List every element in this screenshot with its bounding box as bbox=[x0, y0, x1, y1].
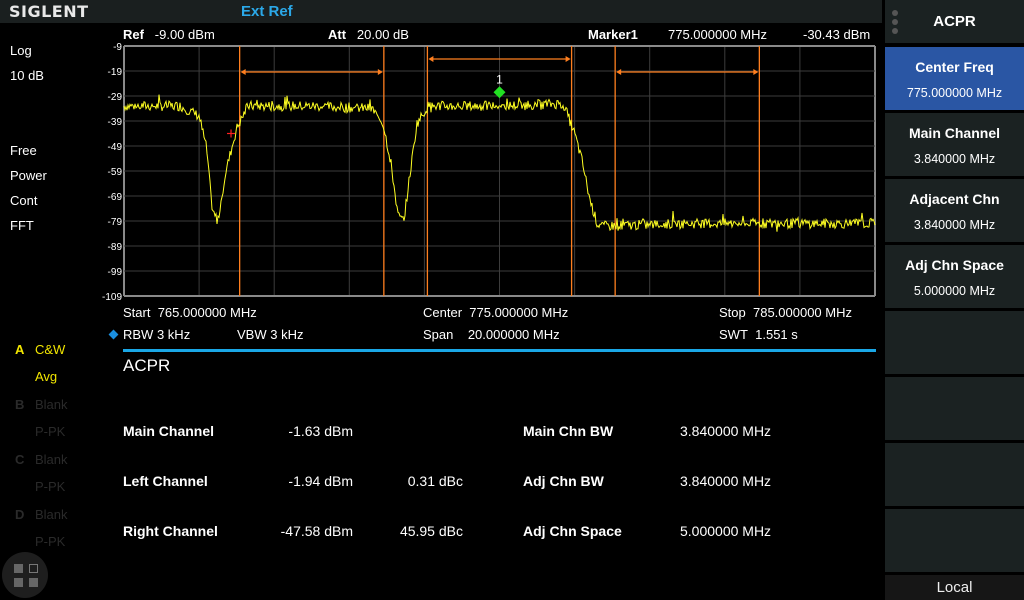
scale-type: Log bbox=[10, 43, 32, 58]
softkey-value: 775.000000 MHz bbox=[906, 86, 1003, 100]
arrow-right-icon bbox=[565, 56, 571, 62]
softkey-empty bbox=[885, 377, 1024, 440]
brand-logo: SIGLENT bbox=[9, 2, 89, 21]
y-tick-label: -69 bbox=[108, 192, 123, 203]
results-divider bbox=[123, 349, 876, 352]
arrow-left-icon bbox=[616, 69, 622, 75]
softkey-panel: ACPR Center Freq 775.000000 MHz Main Chann… bbox=[882, 0, 1024, 600]
apps-grid-icon-cell bbox=[29, 578, 38, 587]
result-label: Left Channel bbox=[123, 473, 208, 489]
softkey-center-freq[interactable]: Center Freq 775.000000 MHz bbox=[885, 47, 1024, 110]
apps-grid-icon-cell bbox=[14, 578, 23, 587]
vbw-readout[interactable]: VBW 3 kHz bbox=[237, 327, 303, 342]
arrow-left-icon bbox=[428, 56, 434, 62]
trace-mode[interactable]: Blank bbox=[35, 452, 68, 467]
y-tick-label: -9 bbox=[113, 42, 122, 53]
apps-grid-icon-outline bbox=[29, 564, 38, 573]
softkey-value: 3.840000 MHz bbox=[913, 152, 996, 166]
softkey-empty bbox=[885, 509, 1024, 572]
trace-mode[interactable]: Blank bbox=[35, 397, 68, 412]
arrow-right-icon bbox=[377, 69, 383, 75]
softkey-empty bbox=[885, 443, 1024, 506]
param-label: Main Chn BW bbox=[523, 423, 614, 439]
softkey-label: Center Freq bbox=[915, 59, 994, 75]
scale-per-div: 10 dB bbox=[10, 68, 44, 83]
trace-letter[interactable]: C bbox=[15, 452, 24, 467]
center-frequency[interactable]: Center 775.000000 MHz bbox=[423, 305, 568, 320]
param-label: Adj Chn BW bbox=[523, 473, 604, 489]
trace-detector[interactable]: Avg bbox=[35, 369, 57, 384]
menu-title[interactable]: ACPR bbox=[885, 0, 1024, 43]
trigger-mode: Free bbox=[10, 143, 37, 158]
softkey-empty bbox=[885, 311, 1024, 374]
top-bar: SIGLENT Ext Ref bbox=[0, 0, 882, 23]
trace-detector[interactable]: P-PK bbox=[35, 424, 65, 439]
result-relative: 0.31 dBc bbox=[407, 473, 463, 489]
softkey-label: Adj Chn Space bbox=[905, 257, 1004, 273]
y-tick-label: -99 bbox=[108, 267, 123, 278]
arrow-right-icon bbox=[753, 69, 759, 75]
softkey-label: Adjacent Chn bbox=[909, 191, 1000, 207]
sweep-time-readout[interactable]: SWT 1.551 s bbox=[719, 327, 798, 342]
result-label: Right Channel bbox=[123, 523, 218, 539]
remote-status[interactable]: Local bbox=[885, 575, 1024, 600]
trace-letter[interactable]: B bbox=[15, 397, 24, 412]
apps-button[interactable] bbox=[2, 552, 48, 598]
start-frequency[interactable]: Start 765.000000 MHz bbox=[123, 305, 257, 320]
param-value: 5.000000 MHz bbox=[680, 523, 772, 539]
y-tick-label: -59 bbox=[108, 167, 123, 178]
y-tick-label: -19 bbox=[108, 67, 123, 78]
trace-detector[interactable]: P-PK bbox=[35, 534, 65, 549]
detector-mode: Power bbox=[10, 168, 47, 183]
spectrum-svg: -9 -19 -29 -39 -49 -59 -69 -79 -89 -99 -109 1 bbox=[102, 42, 876, 303]
softkey-adj-chn-space[interactable]: Adj Chn Space 5.000000 MHz bbox=[885, 245, 1024, 308]
marker-number-label: 1 bbox=[496, 72, 503, 86]
param-value: 3.840000 MHz bbox=[680, 423, 772, 439]
results-title: ACPR bbox=[123, 356, 171, 375]
trace-mode[interactable]: C&W bbox=[35, 342, 65, 357]
result-label: Main Channel bbox=[123, 423, 215, 439]
sweep-mode: Cont bbox=[10, 193, 38, 208]
softkey-label: Main Channel bbox=[908, 125, 1000, 141]
sweep-type: FFT bbox=[10, 218, 34, 233]
arrow-left-icon bbox=[240, 69, 246, 75]
y-tick-label: -89 bbox=[108, 242, 123, 253]
y-tick-label: -49 bbox=[108, 142, 123, 153]
softkey-value: 3.840000 MHz bbox=[913, 218, 996, 232]
trace-letter[interactable]: A bbox=[15, 342, 24, 357]
y-tick-label: -79 bbox=[108, 217, 123, 228]
active-indicator-icon bbox=[108, 329, 119, 340]
reference-source: Ext Ref bbox=[241, 3, 293, 20]
result-power: -1.94 dBm bbox=[288, 473, 353, 489]
softkey-value: 5.000000 MHz bbox=[913, 284, 996, 298]
trace-detector[interactable]: P-PK bbox=[35, 479, 65, 494]
result-relative: 45.95 dBc bbox=[399, 523, 463, 539]
y-tick-label: -109 bbox=[102, 292, 122, 302]
param-value: 3.840000 MHz bbox=[680, 473, 772, 489]
y-tick-label: -29 bbox=[108, 92, 123, 103]
softkey-main-channel[interactable]: Main Channel 3.840000 MHz bbox=[885, 113, 1024, 176]
result-power: -1.63 dBm bbox=[288, 423, 353, 439]
spectrum-plot[interactable]: -9 -19 -29 -39 -49 -59 -69 -79 -89 -99 -109 1 bbox=[98, 40, 880, 303]
y-tick-label: -39 bbox=[108, 117, 123, 128]
result-power: -47.58 dBm bbox=[280, 523, 353, 539]
param-label: Adj Chn Space bbox=[523, 523, 622, 539]
rbw-readout[interactable]: RBW 3 kHz bbox=[123, 327, 190, 342]
stop-frequency[interactable]: Stop 785.000000 MHz bbox=[719, 305, 852, 320]
trace-letter[interactable]: D bbox=[15, 507, 24, 522]
softkey-adjacent-chn[interactable]: Adjacent Chn 3.840000 MHz bbox=[885, 179, 1024, 242]
span-readout[interactable]: Span 20.000000 MHz bbox=[423, 327, 560, 342]
apps-grid-icon bbox=[14, 564, 23, 573]
trace-mode[interactable]: Blank bbox=[35, 507, 68, 522]
